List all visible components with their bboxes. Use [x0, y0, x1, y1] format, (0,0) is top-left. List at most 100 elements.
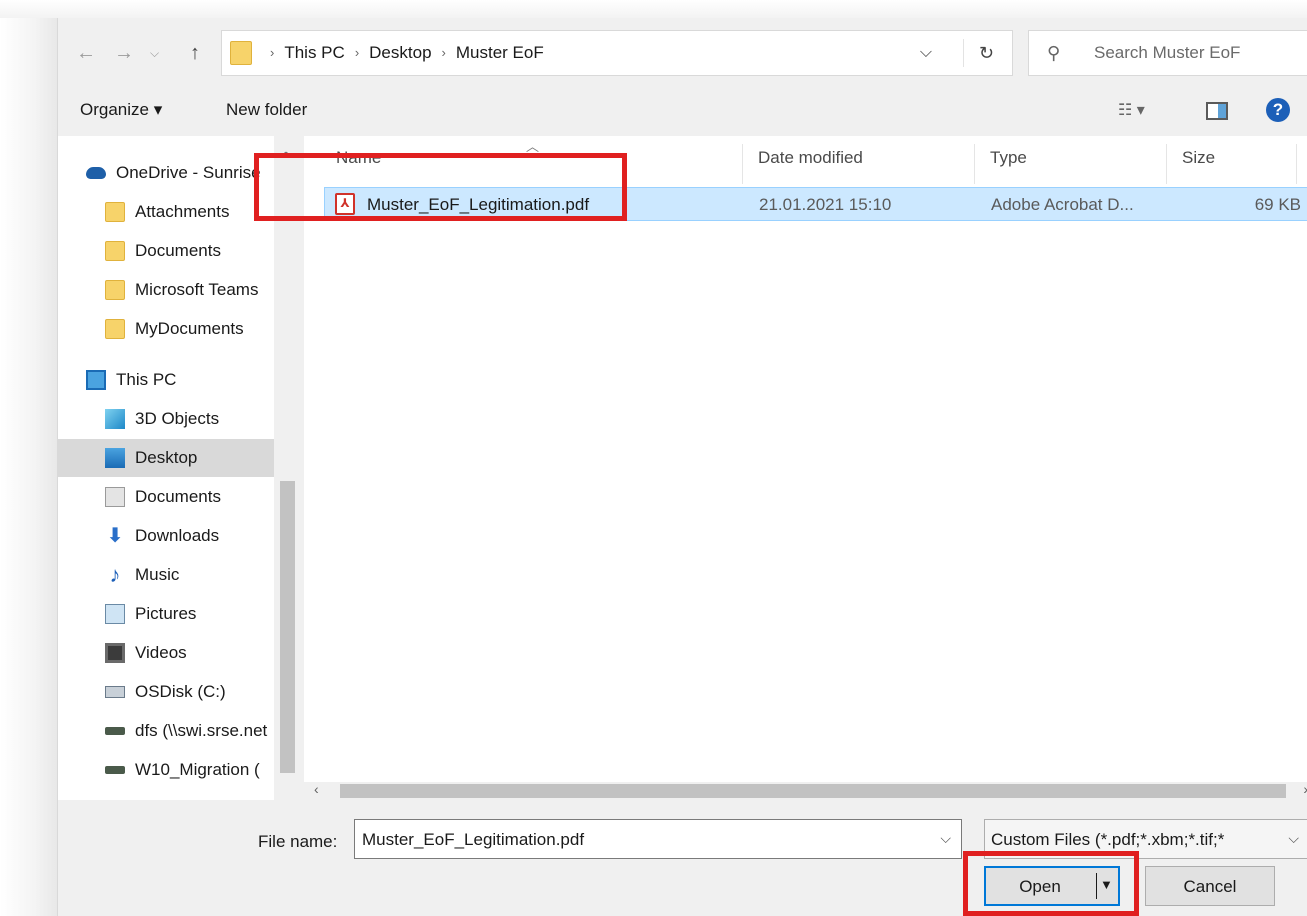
desktop-icon — [105, 448, 125, 468]
file-name-value: Muster_EoF_Legitimation.pdf — [362, 830, 585, 849]
sidebar-item-onedrive[interactable]: OneDrive - Sunrise — [58, 154, 274, 192]
documents-icon — [105, 487, 125, 507]
address-dropdown-chevron-icon[interactable]: ⌵ — [920, 31, 932, 75]
column-divider[interactable] — [1166, 144, 1167, 184]
column-divider[interactable] — [742, 144, 743, 184]
sidebar-item-documents[interactable]: Documents — [58, 478, 274, 516]
change-view-icon[interactable]: ☷ ▾ — [1118, 100, 1145, 120]
file-highlight-box — [254, 153, 627, 221]
back-arrow-icon[interactable]: ← — [76, 38, 96, 68]
music-icon: ♪ — [109, 562, 121, 587]
cancel-button[interactable]: Cancel — [1145, 866, 1275, 906]
folder-icon — [105, 202, 125, 222]
sidebar-item-label: OneDrive - Sunrise — [116, 163, 261, 182]
column-divider[interactable] — [1296, 144, 1297, 184]
sidebar-item-label: Microsoft Teams — [135, 280, 259, 299]
network-drive-icon — [105, 766, 125, 774]
navigation-pane-scrollbar[interactable]: ︿ ﹀ — [274, 136, 301, 800]
sidebar-item-w10-migration[interactable]: W10_Migration ( — [58, 751, 274, 789]
breadcrumb-separator-icon: › — [270, 45, 275, 60]
sidebar-item-label: Documents — [135, 487, 221, 506]
address-divider — [963, 39, 964, 67]
drive-icon — [105, 686, 125, 698]
folder-icon — [105, 280, 125, 300]
sidebar-item-label: This PC — [116, 370, 177, 389]
file-type: Adobe Acrobat D... — [991, 195, 1134, 214]
sidebar-item-videos[interactable]: Videos — [58, 634, 274, 672]
search-icon: ⚲ — [1047, 43, 1061, 63]
organize-menu-button[interactable]: Organize ▾ — [80, 100, 162, 120]
sidebar-item-label: Documents — [135, 241, 221, 260]
sidebar-item-label: Pictures — [135, 604, 197, 623]
breadcrumb-muster-eof[interactable]: Muster EoF — [456, 31, 544, 75]
file-list: ︿ Name Date modified Type Size ⅄ Muster_… — [304, 136, 1307, 782]
command-bar: Organize ▾ New folder ☷ ▾ ? — [58, 92, 1307, 132]
folder-icon — [230, 41, 252, 65]
new-folder-button[interactable]: New folder — [226, 100, 307, 120]
file-size: 69 KB — [1254, 195, 1301, 214]
scrollbar-thumb[interactable] — [280, 481, 295, 773]
sidebar-item-label: W10_Migration ( — [135, 760, 260, 779]
sidebar-item-label: Downloads — [135, 526, 220, 545]
scroll-left-icon[interactable]: ‹ — [314, 781, 319, 797]
column-divider[interactable] — [974, 144, 975, 184]
sidebar-item-attachments[interactable]: Attachments — [58, 193, 274, 231]
3d-objects-icon — [105, 409, 125, 429]
window-shadow-left — [0, 0, 57, 916]
sidebar-item-microsoft-teams[interactable]: Microsoft Teams — [58, 271, 274, 309]
videos-icon — [105, 643, 125, 663]
file-type-filter-value: Custom Files (*.pdf;*.xbm;*.tif;* — [991, 830, 1225, 849]
preview-pane-icon[interactable] — [1206, 102, 1228, 120]
sidebar-item-label: Videos — [135, 643, 187, 662]
scrollbar-thumb[interactable] — [340, 784, 1286, 798]
up-arrow-icon[interactable]: ↑ — [190, 38, 200, 68]
search-input[interactable]: ⚲ Search Muster EoF — [1028, 30, 1307, 76]
this-pc-icon — [86, 370, 106, 390]
sidebar-item-3d-objects[interactable]: 3D Objects — [58, 400, 274, 438]
navigation-pane: OneDrive - Sunrise Attachments Documents… — [58, 136, 301, 800]
folder-icon — [105, 241, 125, 261]
address-bar[interactable]: › This PC › Desktop › Muster EoF ⌵ ↻ — [221, 30, 1013, 76]
file-name-label: File name: — [258, 832, 338, 851]
sidebar-item-label: 3D Objects — [135, 409, 220, 428]
breadcrumb: › This PC › Desktop › Muster EoF — [260, 31, 544, 75]
network-drive-icon — [105, 727, 125, 735]
sidebar-item-label: Desktop — [135, 448, 198, 467]
sidebar-item-dfs[interactable]: dfs (\\swi.srse.net — [58, 712, 274, 750]
sidebar-item-label: dfs (\\swi.srse.net — [135, 721, 268, 740]
open-file-dialog: ← → ⌵ ↑ › This PC › Desktop › Muster EoF… — [57, 18, 1307, 916]
sidebar-item-label: Attachments — [135, 202, 230, 221]
sidebar-item-this-pc[interactable]: This PC — [58, 361, 274, 399]
chevron-down-icon: ⌵ — [1284, 830, 1299, 847]
sidebar-item-mydocuments[interactable]: MyDocuments — [58, 310, 274, 348]
breadcrumb-this-pc[interactable]: This PC — [284, 31, 344, 75]
downloads-icon: ⬇ — [106, 525, 124, 547]
scroll-right-icon[interactable]: › — [1303, 781, 1307, 797]
column-header-size[interactable]: Size — [1182, 148, 1215, 168]
column-header-type[interactable]: Type — [990, 148, 1027, 168]
sidebar-item-label: OSDisk (C:) — [135, 682, 226, 701]
folder-icon — [105, 319, 125, 339]
sidebar-item-desktop[interactable]: Desktop — [58, 439, 274, 477]
file-date-modified: 21.01.2021 15:10 — [759, 195, 892, 214]
sidebar-item-osdisk[interactable]: OSDisk (C:) — [58, 673, 274, 711]
help-icon[interactable]: ? — [1266, 98, 1290, 122]
window-shadow-top — [0, 0, 1307, 18]
breadcrumb-separator-icon: › — [354, 45, 360, 60]
file-list-horizontal-scrollbar[interactable]: ‹ › — [304, 781, 1307, 800]
pane-scroll-corner — [274, 782, 304, 800]
refresh-icon[interactable]: ↻ — [979, 31, 994, 75]
sidebar-item-downloads[interactable]: ⬇ Downloads — [58, 517, 274, 555]
breadcrumb-separator-icon: › — [441, 45, 446, 60]
search-placeholder: Search Muster EoF — [1094, 43, 1241, 62]
cancel-button-label: Cancel — [1183, 877, 1237, 896]
sidebar-item-documents-onedrive[interactable]: Documents — [58, 232, 274, 270]
forward-arrow-icon[interactable]: → — [114, 38, 134, 68]
breadcrumb-desktop[interactable]: Desktop — [369, 31, 431, 75]
sidebar-item-pictures[interactable]: Pictures — [58, 595, 274, 633]
recent-locations-chevron-icon[interactable]: ⌵ — [150, 38, 159, 68]
sidebar-item-music[interactable]: ♪ Music — [58, 556, 274, 594]
column-header-date-modified[interactable]: Date modified — [758, 148, 863, 168]
file-name-field[interactable]: Muster_EoF_Legitimation.pdf ⌵ — [354, 819, 962, 859]
chevron-down-icon[interactable]: ⌵ — [940, 830, 951, 847]
